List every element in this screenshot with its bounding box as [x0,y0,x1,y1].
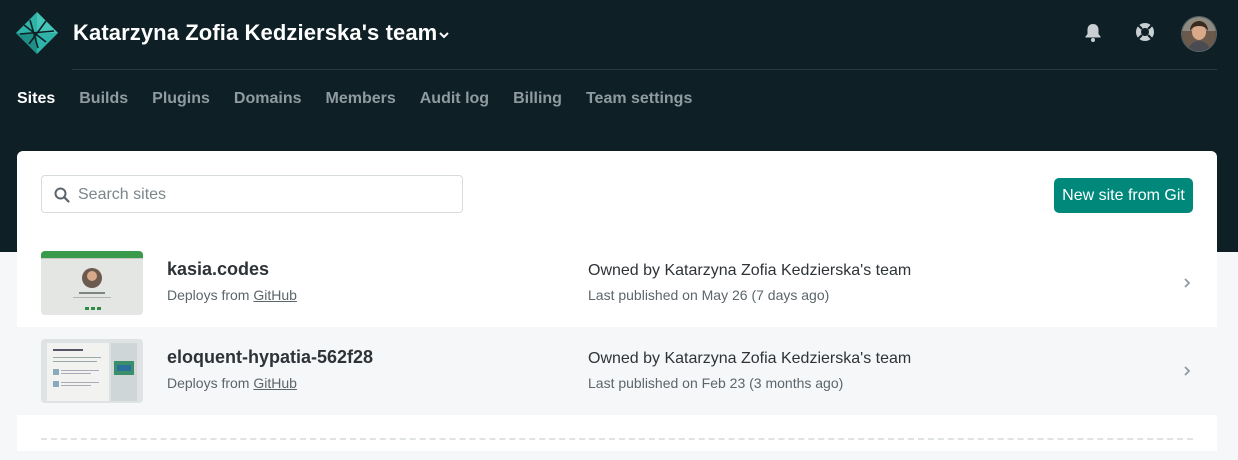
new-site-from-git-button[interactable]: New site from Git [1054,178,1193,213]
site-row[interactable]: eloquent-hypatia-562f28 Deploys from Git… [17,327,1217,415]
deploy-source: Deploys from GitHub [167,287,297,303]
deploys-label: Deploys from [167,375,254,391]
deploys-label: Deploys from [167,287,254,303]
nav-plugins[interactable]: Plugins [152,89,210,109]
chevron-right-icon[interactable] [1183,277,1191,289]
nav-builds[interactable]: Builds [79,89,128,109]
search-input[interactable] [76,176,460,214]
site-owner: Owned by Katarzyna Zofia Kedzierska's te… [588,262,912,279]
chevron-right-icon[interactable] [1183,365,1191,377]
team-nav: Sites Builds Plugins Domains Members Aud… [17,89,716,109]
github-link[interactable]: GitHub [253,287,297,303]
header-divider [72,69,1217,70]
netlify-logo-icon[interactable] [16,12,58,54]
site-row[interactable]: kasia.codes Deploys from GitHub Owned by… [17,239,1217,327]
site-thumbnail[interactable] [41,339,143,403]
github-link[interactable]: GitHub [253,375,297,391]
team-name[interactable]: Katarzyna Zofia Kedzierska's team [73,20,437,46]
site-name[interactable]: kasia.codes [167,259,269,280]
chevron-down-icon[interactable] [438,30,450,40]
nav-domains[interactable]: Domains [234,89,302,109]
nav-members[interactable]: Members [326,89,396,109]
user-avatar[interactable] [1181,16,1217,52]
lifebuoy-help-icon[interactable] [1134,21,1156,43]
bell-icon[interactable] [1082,21,1104,43]
site-name[interactable]: eloquent-hypatia-562f28 [167,347,373,368]
site-thumbnail[interactable] [41,251,143,315]
drop-zone-border [41,438,1193,460]
search-box[interactable] [41,175,463,214]
search-icon [54,187,70,203]
nav-billing[interactable]: Billing [513,89,562,109]
site-owner: Owned by Katarzyna Zofia Kedzierska's te… [588,350,912,367]
top-bar: Katarzyna Zofia Kedzierska's team [0,0,1238,70]
last-published: Last published on Feb 23 (3 months ago) [588,375,844,391]
nav-team-settings[interactable]: Team settings [586,89,692,109]
last-published: Last published on May 26 (7 days ago) [588,287,830,303]
nav-audit-log[interactable]: Audit log [420,89,489,109]
nav-sites[interactable]: Sites [17,89,55,109]
sites-card: New site from Git kasia.codes Deploys fr… [17,151,1217,451]
deploy-source: Deploys from GitHub [167,375,297,391]
